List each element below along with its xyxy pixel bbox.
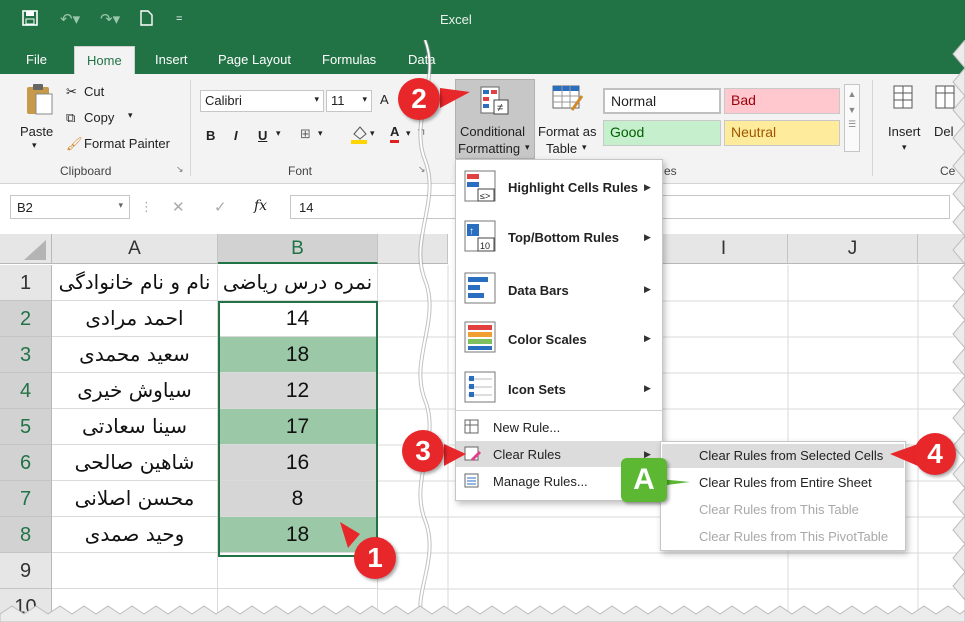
- callout-arrows: [340, 88, 918, 548]
- step-4-callout: 4: [914, 433, 956, 475]
- step-3-callout: 3: [402, 430, 444, 472]
- step-2-callout: 2: [398, 78, 440, 120]
- step-1-callout: 1: [354, 537, 396, 579]
- option-a-callout: A: [621, 458, 667, 502]
